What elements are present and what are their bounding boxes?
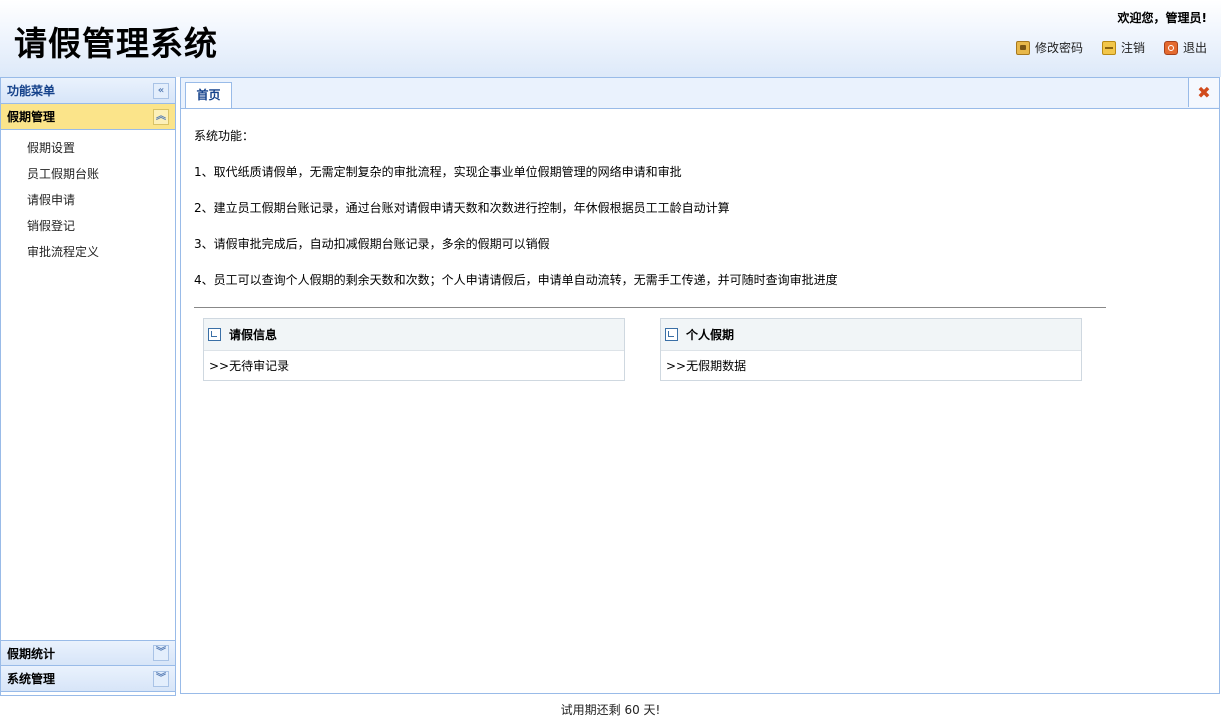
- expand-icon[interactable]: [208, 328, 221, 341]
- chevron-down-icon[interactable]: ︾: [153, 670, 169, 687]
- sidebar-section-leave-management[interactable]: 假期管理 ︽: [1, 104, 175, 130]
- menu-list: 假期设置 员工假期台账 请假申请 销假登记 审批流程定义: [1, 130, 175, 265]
- sidebar: 功能菜单 « 假期管理 ︽ 假期设置 员工假期台账 请假申请 销假登记 审批流程…: [0, 77, 176, 696]
- feature-line: 3、请假审批完成后，自动扣减假期台账记录，多余的假期可以销假: [194, 237, 550, 251]
- sidebar-item-leave-application[interactable]: 请假申请: [1, 187, 175, 213]
- footer-status: 试用期还剩 60 天!: [560, 703, 661, 717]
- leave-info-box: 请假信息 >>无待审记录: [203, 318, 625, 381]
- feature-line: 1、取代纸质请假单，无需定制复杂的审批流程，实现企事业单位假期管理的网络申请和审…: [194, 165, 682, 179]
- sidebar-section-system-management[interactable]: 系统管理 ︾: [1, 666, 175, 692]
- header: 请假管理系统 欢迎您，管理员! 修改密码 注销 退出: [0, 0, 1221, 77]
- exit-link[interactable]: 退出: [1163, 39, 1207, 56]
- close-icon[interactable]: ✖: [1188, 78, 1219, 107]
- personal-leave-title: 个人假期: [686, 328, 735, 342]
- logout-label: 注销: [1120, 41, 1145, 55]
- home-content: 系统功能： 1、取代纸质请假单，无需定制复杂的审批流程，实现企事业单位假期管理的…: [181, 127, 1219, 308]
- collapse-sidebar-icon[interactable]: «: [153, 82, 169, 99]
- lock-icon: [1015, 40, 1030, 55]
- logout-link[interactable]: 注销: [1101, 39, 1145, 56]
- sidebar-bottom-sections: 假期统计 ︾ 系统管理 ︾: [1, 640, 175, 692]
- tab-home[interactable]: 首页: [185, 82, 232, 108]
- sidebar-item-leave-settings[interactable]: 假期设置: [1, 135, 175, 161]
- sidebar-title: 功能菜单: [7, 84, 56, 98]
- header-links: 修改密码 注销 退出: [1015, 39, 1207, 56]
- change-password-link[interactable]: 修改密码: [1015, 39, 1083, 56]
- tab-strip: 首页 ✖: [181, 78, 1219, 109]
- feature-line: 2、建立员工假期台账记录，通过台账对请假申请天数和次数进行控制，年休假根据员工工…: [194, 201, 730, 215]
- welcome-text: 欢迎您，管理员!: [1117, 11, 1207, 25]
- chevron-down-icon[interactable]: ︾: [153, 645, 169, 661]
- chevron-up-icon[interactable]: ︽: [153, 108, 169, 125]
- sidebar-item-approval-flow[interactable]: 审批流程定义: [1, 239, 175, 265]
- leave-info-body: >>无待审记录: [209, 359, 290, 373]
- exit-label: 退出: [1182, 41, 1207, 55]
- change-password-label: 修改密码: [1034, 41, 1083, 55]
- section-label: 假期统计: [7, 646, 56, 661]
- personal-leave-body: >>无假期数据: [666, 359, 747, 373]
- leave-info-title: 请假信息: [229, 328, 278, 342]
- personal-leave-header: 个人假期: [661, 319, 1081, 351]
- section-label: 假期管理: [7, 110, 56, 124]
- main-panel: 首页 ✖ 系统功能： 1、取代纸质请假单，无需定制复杂的审批流程，实现企事业单位…: [180, 77, 1220, 694]
- expand-icon[interactable]: [665, 328, 678, 341]
- leave-info-header: 请假信息: [204, 319, 624, 351]
- feature-line: 4、员工可以查询个人假期的剩余天数和次数；个人申请请假后，申请单自动流转，无需手…: [194, 273, 838, 287]
- sidebar-header: 功能菜单 «: [1, 78, 175, 104]
- divider: [194, 307, 1106, 308]
- sidebar-item-employee-leave-ledger[interactable]: 员工假期台账: [1, 161, 175, 187]
- sidebar-section-leave-statistics[interactable]: 假期统计 ︾: [1, 640, 175, 666]
- section-label: 系统管理: [7, 672, 56, 686]
- personal-leave-box: 个人假期 >>无假期数据: [660, 318, 1082, 381]
- key-icon: [1101, 40, 1116, 55]
- power-icon: [1163, 40, 1178, 55]
- features-heading: 系统功能：: [194, 129, 255, 143]
- app-title: 请假管理系统: [14, 24, 218, 63]
- sidebar-item-leave-cancellation[interactable]: 销假登记: [1, 213, 175, 239]
